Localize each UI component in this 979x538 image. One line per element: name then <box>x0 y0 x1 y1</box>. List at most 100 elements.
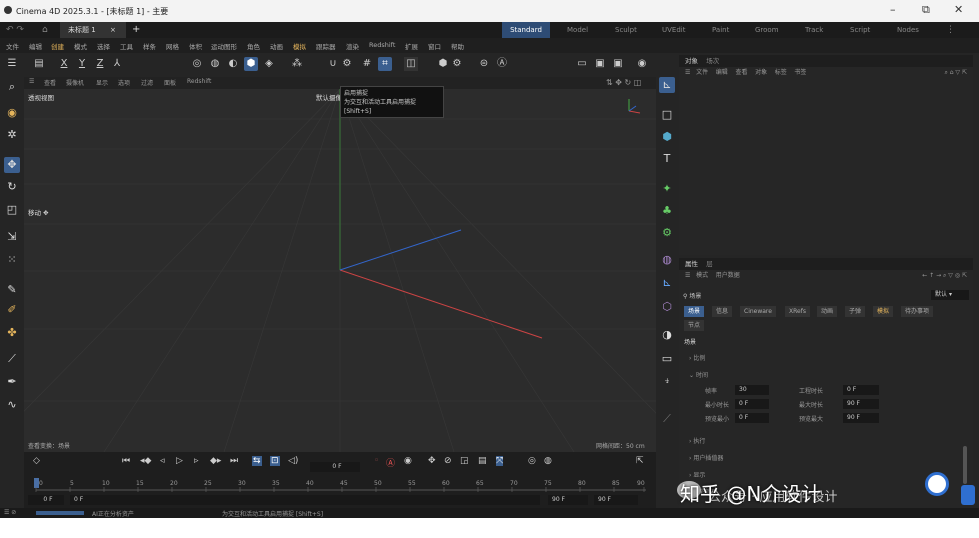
text-icon[interactable]: T <box>659 151 675 167</box>
objects-menu-object[interactable]: 对象 <box>755 69 767 76</box>
cube-primitive-icon[interactable]: □ <box>659 107 675 123</box>
menu-extensions[interactable]: 扩展 <box>405 41 418 51</box>
attributes-menu-userdata[interactable]: 用户数据 <box>716 272 740 279</box>
play-icon[interactable]: ▷ <box>176 456 183 466</box>
home-icon[interactable]: ⌂ <box>42 22 48 38</box>
layout-track[interactable]: Track <box>805 22 823 38</box>
menu-render[interactable]: 渲染 <box>346 41 359 51</box>
pla-key-icon[interactable]: ⤧ <box>496 456 504 466</box>
objects-menu-icon[interactable]: ☰ <box>685 69 690 76</box>
attributes-menu-icon[interactable]: ☰ <box>685 272 690 279</box>
layout-standard[interactable]: Standard <box>502 22 550 38</box>
loop-icon[interactable]: ⇆ <box>252 456 262 466</box>
menu-character[interactable]: 角色 <box>247 41 260 51</box>
document-tab[interactable]: 未标题 1 × <box>60 22 126 38</box>
preview-max-field[interactable]: 90 F <box>843 413 879 423</box>
viewport-menu-redshift[interactable]: Redshift <box>187 78 211 85</box>
group-execution[interactable]: › 执行 <box>689 436 705 445</box>
workplane-settings-icon[interactable]: ⚙ <box>450 57 464 71</box>
subtab-cineware[interactable]: Cineware <box>740 306 776 317</box>
workplane-icon[interactable]: ⬢ <box>436 57 450 71</box>
scale-tool-icon[interactable]: ◰ <box>4 202 20 218</box>
rotation-key-icon[interactable]: ⊘ <box>444 456 452 466</box>
close-tab-icon[interactable]: × <box>110 22 116 38</box>
subtab-info[interactable]: 信息 <box>712 306 733 317</box>
menu-mesh[interactable]: 网格 <box>166 41 179 51</box>
keyframe-settings-icon[interactable]: ◉ <box>404 456 412 466</box>
snap-settings-icon[interactable]: ⚙ <box>340 57 354 71</box>
side-widget-icon[interactable] <box>961 485 975 505</box>
viewport-menu-view[interactable]: 查看 <box>44 78 56 87</box>
volume-icon[interactable]: ⬡ <box>659 299 675 315</box>
subtab-bullet[interactable]: 子弹 <box>845 306 866 317</box>
menu-animation[interactable]: 动画 <box>270 41 283 51</box>
transform-icon[interactable]: ⇲ <box>4 229 20 245</box>
grid-snap-icon[interactable]: # <box>360 57 374 71</box>
spline-tools-icon[interactable]: ✤ <box>4 325 20 341</box>
preview-min-field[interactable]: 0 F <box>735 413 769 423</box>
fps-field[interactable]: 30 <box>735 385 769 395</box>
group-scale[interactable]: › 比例 <box>689 353 705 362</box>
menu-mograph[interactable]: 运动图形 <box>211 41 237 51</box>
menu-help[interactable]: 帮助 <box>451 41 464 51</box>
param-key-icon[interactable]: ▤ <box>478 456 487 466</box>
menu-create[interactable]: 创建 <box>51 41 64 51</box>
menu-select[interactable]: 选择 <box>97 41 110 51</box>
next-key-icon[interactable]: ◆▸ <box>210 456 221 466</box>
project-time-field[interactable]: 0 F <box>843 385 879 395</box>
brush-tool-icon[interactable]: ⟋ <box>659 411 675 427</box>
minimize-icon[interactable]: – <box>890 3 896 16</box>
coord-system-icon[interactable]: ⅄ <box>110 57 124 71</box>
sketch-tool-icon[interactable]: ✐ <box>4 302 20 318</box>
more-icon[interactable]: ⋮ <box>946 22 955 38</box>
auto-key-icon[interactable]: Ⓐ <box>386 456 395 469</box>
pen-tool-icon[interactable]: ✎ <box>4 282 20 298</box>
render-view-icon[interactable]: ▭ <box>575 57 589 71</box>
subtab-xrefs[interactable]: XRefs <box>785 306 810 317</box>
enable-snap-icon[interactable]: ⌗ <box>378 57 392 71</box>
viewport-menu-filter[interactable]: 过滤 <box>141 78 153 87</box>
attributes-nav-icons[interactable]: ← ↑ → ⌕ ▽ ◎ ⇱ <box>922 270 967 282</box>
align-icon[interactable]: Ⓐ <box>495 57 509 71</box>
motion-clip-icon[interactable]: ◍ <box>544 456 552 466</box>
menu-tracker[interactable]: 跟踪器 <box>316 41 336 51</box>
render-picture-icon[interactable]: ▣ <box>593 57 607 71</box>
layout-uvedit[interactable]: UVEdit <box>662 22 685 38</box>
max-time-field[interactable]: 90 F <box>843 399 879 409</box>
search-icon[interactable]: ⌕ <box>4 79 20 95</box>
render-region-icon[interactable]: ◫ <box>404 57 418 71</box>
objects-menu-bookmarks[interactable]: 书签 <box>794 69 806 76</box>
menu-icon[interactable]: ☰ <box>5 57 19 71</box>
tab-attributes[interactable]: 属性 <box>685 260 698 268</box>
cube-icon[interactable]: ⬢ <box>244 57 258 71</box>
group-time[interactable]: ⌄ 时间 <box>689 370 708 379</box>
attributes-menu-mode[interactable]: 模式 <box>696 272 708 279</box>
group-user-interpolator[interactable]: › 用户插值器 <box>689 453 723 462</box>
assistant-bubble-icon[interactable] <box>925 472 949 496</box>
layout-nodes[interactable]: Nodes <box>897 22 919 38</box>
subtab-animation[interactable]: 动画 <box>817 306 838 317</box>
spline-icon[interactable]: ◍ <box>208 57 222 71</box>
subtab-scene[interactable]: 场景 <box>684 306 705 317</box>
subtab-nodes[interactable]: 节点 <box>684 320 705 331</box>
menu-spline[interactable]: 样条 <box>143 41 156 51</box>
layout-model[interactable]: Model <box>567 22 588 38</box>
objects-menu-view[interactable]: 查看 <box>735 69 747 76</box>
attributes-scrollbar[interactable] <box>963 446 967 484</box>
layout-script[interactable]: Script <box>850 22 870 38</box>
add-tab-button[interactable]: + <box>132 22 140 38</box>
close-window-icon[interactable]: ✕ <box>954 3 963 16</box>
preview-start-field[interactable]: 0 F <box>70 495 540 505</box>
light-icon[interactable]: ⍖ <box>659 373 675 389</box>
viewport-menu-display[interactable]: 显示 <box>96 78 108 87</box>
layout-icon[interactable]: ▤ <box>32 57 46 71</box>
tab-layers[interactable]: 层 <box>706 260 713 268</box>
menu-simulate[interactable]: 模拟 <box>293 41 306 51</box>
layout-groom[interactable]: Groom <box>755 22 779 38</box>
menu-window[interactable]: 窗口 <box>428 41 441 51</box>
timeline-expand-icon[interactable]: ⇱ <box>636 456 644 466</box>
viewport-menu-icon[interactable]: ☰ <box>29 78 34 85</box>
selection-tools-icon[interactable]: ✲ <box>4 127 20 143</box>
layout-paint[interactable]: Paint <box>712 22 729 38</box>
deformer-blue-icon[interactable]: ⊾ <box>659 275 675 291</box>
